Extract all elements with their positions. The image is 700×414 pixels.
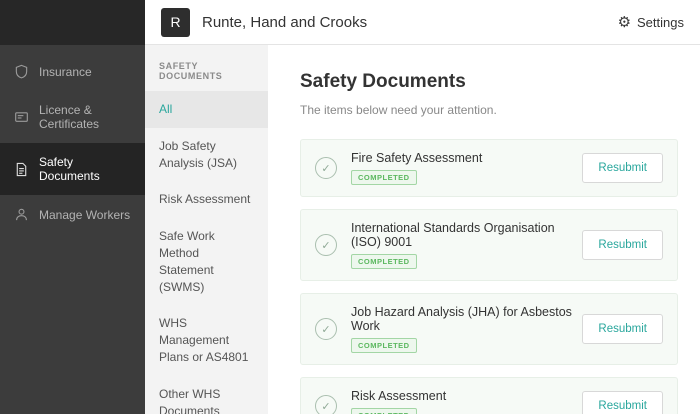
- secondary-sidebar-item[interactable]: WHS Management Plans or AS4801: [145, 305, 268, 375]
- sidebar-item-insurance[interactable]: Insurance: [0, 52, 145, 91]
- company-name: Runte, Hand and Crooks: [202, 14, 367, 31]
- secondary-sidebar-title: SAFETY DOCUMENTS: [145, 45, 268, 91]
- check-circle-icon: ✓: [315, 395, 337, 414]
- secondary-sidebar-item[interactable]: Safe Work Method Statement (SWMS): [145, 218, 268, 305]
- sidebar-item-label: Safety Documents: [39, 155, 131, 183]
- sidebar-item-manage-workers[interactable]: Manage Workers: [0, 195, 145, 234]
- check-circle-icon: ✓: [315, 157, 337, 179]
- page-title: Safety Documents: [300, 71, 678, 93]
- secondary-sidebar: SAFETY DOCUMENTS All Job Safety Analysis…: [145, 45, 268, 414]
- sidebar-item-label: Manage Workers: [39, 208, 130, 222]
- secondary-sidebar-item[interactable]: All: [145, 91, 268, 128]
- main-panel: Safety Documents The items below need yo…: [268, 45, 700, 414]
- document-info: Risk Assessment COMPLETED: [351, 389, 446, 414]
- document-title: International Standards Organisation (IS…: [351, 221, 582, 249]
- top-header: R Runte, Hand and Crooks ⚙ Settings: [145, 0, 700, 45]
- document-title: Fire Safety Assessment: [351, 151, 482, 165]
- secondary-sidebar-item[interactable]: Job Safety Analysis (JSA): [145, 128, 268, 182]
- document-info: Fire Safety Assessment COMPLETED: [351, 151, 482, 185]
- check-circle-icon: ✓: [315, 234, 337, 256]
- shield-icon: [14, 64, 29, 79]
- gear-icon: ⚙: [618, 15, 631, 30]
- app-window: Insurance Licence & Certificates: [0, 0, 700, 414]
- secondary-sidebar-item-label: Risk Assessment: [159, 192, 250, 206]
- sidebar-corner: [0, 0, 145, 45]
- check-icon: ✓: [321, 239, 330, 252]
- resubmit-button[interactable]: Resubmit: [582, 314, 663, 344]
- check-icon: ✓: [321, 400, 330, 413]
- resubmit-button[interactable]: Resubmit: [582, 391, 663, 414]
- sidebar-item-label: Insurance: [39, 65, 92, 79]
- document-list: ✓ Fire Safety Assessment COMPLETED Resub…: [300, 139, 678, 414]
- secondary-sidebar-list: All Job Safety Analysis (JSA) Risk Asses…: [145, 91, 268, 414]
- sidebar-item-label: Licence & Certificates: [39, 103, 131, 131]
- document-info: International Standards Organisation (IS…: [351, 221, 582, 269]
- resubmit-button[interactable]: Resubmit: [582, 153, 663, 183]
- secondary-sidebar-item-label: Other WHS Documents: [159, 387, 220, 414]
- sidebar-item-licence-certificates[interactable]: Licence & Certificates: [0, 91, 145, 143]
- status-badge: COMPLETED: [351, 338, 417, 353]
- resubmit-button[interactable]: Resubmit: [582, 230, 663, 260]
- document-row: ✓ Job Hazard Analysis (JHA) for Asbestos…: [300, 293, 678, 365]
- sidebar: Insurance Licence & Certificates: [0, 0, 145, 414]
- secondary-sidebar-item-label: WHS Management Plans or AS4801: [159, 316, 248, 364]
- secondary-sidebar-item[interactable]: Risk Assessment: [145, 181, 268, 218]
- right-column: R Runte, Hand and Crooks ⚙ Settings SAFE…: [145, 0, 700, 414]
- document-info: Job Hazard Analysis (JHA) for Asbestos W…: [351, 305, 582, 353]
- settings-label: Settings: [637, 15, 684, 30]
- status-badge: COMPLETED: [351, 170, 417, 185]
- check-icon: ✓: [321, 323, 330, 336]
- document-row: ✓ Fire Safety Assessment COMPLETED Resub…: [300, 139, 678, 197]
- status-badge: COMPLETED: [351, 408, 417, 414]
- check-icon: ✓: [321, 162, 330, 175]
- check-circle-icon: ✓: [315, 318, 337, 340]
- settings-button[interactable]: ⚙ Settings: [618, 15, 684, 30]
- secondary-sidebar-item-label: Job Safety Analysis (JSA): [159, 139, 237, 170]
- status-badge: COMPLETED: [351, 254, 417, 269]
- document-row: ✓ Risk Assessment COMPLETED Resubmit: [300, 377, 678, 414]
- secondary-sidebar-item-label: All: [159, 102, 172, 116]
- document-title: Job Hazard Analysis (JHA) for Asbestos W…: [351, 305, 582, 333]
- sidebar-nav: Insurance Licence & Certificates: [0, 45, 145, 234]
- content-area: SAFETY DOCUMENTS All Job Safety Analysis…: [145, 45, 700, 414]
- secondary-sidebar-item[interactable]: Other WHS Documents: [145, 376, 268, 414]
- company-avatar: R: [161, 8, 190, 37]
- document-row: ✓ International Standards Organisation (…: [300, 209, 678, 281]
- sidebar-item-safety-documents[interactable]: Safety Documents: [0, 143, 145, 195]
- document-icon: [14, 162, 29, 177]
- worker-icon: [14, 207, 29, 222]
- document-title: Risk Assessment: [351, 389, 446, 403]
- secondary-sidebar-item-label: Safe Work Method Statement (SWMS): [159, 229, 215, 293]
- page-subtitle: The items below need your attention.: [300, 103, 678, 117]
- certificate-icon: [14, 110, 29, 125]
